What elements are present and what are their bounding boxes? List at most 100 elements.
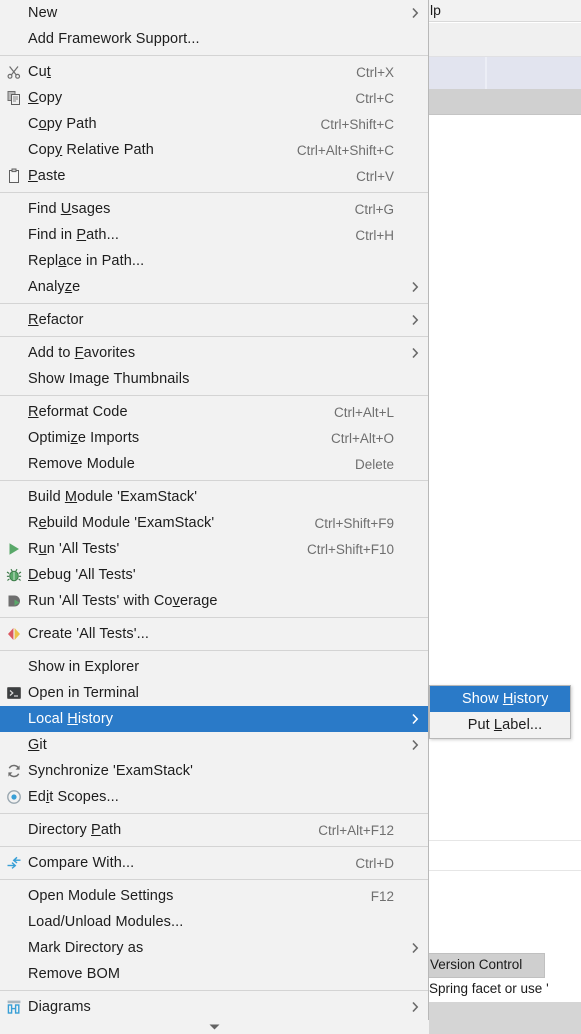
project-context-menu[interactable]: New Add Framework Support... Cut Ctrl+X Copy… (0, 0, 429, 1034)
menu-item-shortcut: Ctrl+Alt+F12 (318, 822, 394, 838)
menu-item-rebuild-module-examstack[interactable]: Rebuild Module 'ExamStack' Ctrl+Shift+F9 (0, 510, 428, 536)
menu-separator (0, 617, 428, 618)
menu-separator (0, 336, 428, 337)
menu-item-mark-directory-as[interactable]: Mark Directory as (0, 935, 428, 961)
menu-separator (0, 55, 428, 56)
editor-selected-row (428, 57, 581, 89)
no-icon (0, 0, 28, 26)
screen: lp Version Control Spring facet or use '… (0, 0, 581, 1034)
menu-item-find-in-path[interactable]: Find in Path... Ctrl+H (0, 222, 428, 248)
menu-item-local-history[interactable]: Local History (0, 706, 428, 732)
menu-item-reformat-code[interactable]: Reformat Code Ctrl+Alt+L (0, 399, 428, 425)
menu-item-label: Copy (28, 90, 63, 106)
menu-item-load-unload-modules[interactable]: Load/Unload Modules... (0, 909, 428, 935)
menu-item-label: Refactor (28, 312, 84, 328)
menu-item-synchronize-examstack[interactable]: Synchronize 'ExamStack' (0, 758, 428, 784)
no-icon (0, 137, 28, 163)
menu-item-label: Build Module 'ExamStack' (28, 489, 198, 505)
scopes-icon (0, 784, 28, 810)
menu-item-label: Put Label... (467, 717, 543, 733)
notification-text: Spring facet or use ' (429, 981, 549, 996)
menu-item-remove-bom[interactable]: Remove BOM (0, 961, 428, 987)
menu-item-create-all-tests[interactable]: Create 'All Tests'... (0, 621, 428, 647)
menu-item-show-image-thumbnails[interactable]: Show Image Thumbnails (0, 366, 428, 392)
menu-item-build-module-examstack[interactable]: Build Module 'ExamStack' (0, 484, 428, 510)
menu-item-label: Paste (28, 168, 66, 184)
menu-item-copy[interactable]: Copy Ctrl+C (0, 85, 428, 111)
menu-item-remove-module[interactable]: Remove Module Delete (0, 451, 428, 477)
status-bar-area (428, 1002, 581, 1034)
menu-item-label: Load/Unload Modules... (28, 914, 184, 930)
menu-item-paste[interactable]: Paste Ctrl+V (0, 163, 428, 189)
menu-item-git[interactable]: Git (0, 732, 428, 758)
no-icon (430, 686, 458, 712)
no-icon (0, 909, 28, 935)
no-icon (0, 111, 28, 137)
menu-item-copy-relative-path[interactable]: Copy Relative Path Ctrl+Alt+Shift+C (0, 137, 428, 163)
no-icon (0, 706, 28, 732)
menu-item-open-module-settings[interactable]: Open Module Settings F12 (0, 883, 428, 909)
menu-item-shortcut: Ctrl+C (355, 90, 394, 106)
menu-item-label: Create 'All Tests'... (28, 626, 149, 642)
tool-window-panel (428, 23, 581, 57)
cell-divider (485, 57, 487, 89)
no-icon (0, 366, 28, 392)
menu-item-compare-with[interactable]: Compare With... Ctrl+D (0, 850, 428, 876)
menu-item-diagrams[interactable]: Diagrams (0, 994, 428, 1020)
create-config-icon (0, 621, 28, 647)
clipboard-icon (0, 163, 28, 189)
menu-separator (0, 395, 428, 396)
menu-item-label: Cut (28, 64, 51, 80)
menu-item-replace-in-path[interactable]: Replace in Path... (0, 248, 428, 274)
menu-item-copy-path[interactable]: Copy Path Ctrl+Shift+C (0, 111, 428, 137)
menu-item-label: Replace in Path... (28, 253, 145, 269)
menu-item-label: Show Image Thumbnails (28, 371, 190, 387)
menu-separator (0, 650, 428, 651)
chevron-right-icon (406, 739, 428, 751)
menu-item-label: Run 'All Tests' (28, 541, 120, 557)
menu-item-shortcut: Delete (354, 456, 394, 472)
menu-item-label: Show in Explorer (28, 659, 140, 675)
submenu-item-show-history[interactable]: Show History (430, 686, 570, 712)
menu-item-edit-scopes[interactable]: Edit Scopes... (0, 784, 428, 810)
menu-item-debug-all-tests[interactable]: Debug 'All Tests' (0, 562, 428, 588)
menu-separator (0, 879, 428, 880)
menu-separator (0, 813, 428, 814)
chevron-down-icon (209, 1024, 220, 1030)
terminal-icon (0, 680, 28, 706)
menu-item-shortcut: Ctrl+Alt+O (330, 430, 394, 446)
copy-icon (0, 85, 28, 111)
menu-item-shortcut: Ctrl+Shift+F10 (306, 541, 394, 557)
menu-separator (0, 846, 428, 847)
menu-item-analyze[interactable]: Analyze (0, 274, 428, 300)
submenu-item-put-label[interactable]: Put Label... (430, 712, 570, 738)
menu-item-refactor[interactable]: Refactor (0, 307, 428, 333)
menu-item-find-usages[interactable]: Find Usages Ctrl+G (0, 196, 428, 222)
menu-item-add-framework-support[interactable]: Add Framework Support... (0, 26, 428, 52)
no-icon (0, 732, 28, 758)
menu-item-label: Open Module Settings (28, 888, 174, 904)
local-history-submenu[interactable]: Show History Put Label... (429, 685, 571, 739)
menu-item-label: Reformat Code (28, 404, 128, 420)
menu-item-label: Directory Path (28, 822, 122, 838)
no-icon (430, 712, 458, 738)
menu-item-add-to-favorites[interactable]: Add to Favorites (0, 340, 428, 366)
chevron-right-icon (406, 7, 428, 19)
help-menu-label[interactable]: lp (430, 0, 441, 20)
menu-item-label: Compare With... (28, 855, 135, 871)
menu-item-run-all-tests[interactable]: Run 'All Tests' Ctrl+Shift+F10 (0, 536, 428, 562)
menu-item-optimize-imports[interactable]: Optimize Imports Ctrl+Alt+O (0, 425, 428, 451)
menu-item-show-in-explorer[interactable]: Show in Explorer (0, 654, 428, 680)
menu-separator (0, 480, 428, 481)
no-icon (0, 340, 28, 366)
no-icon (0, 451, 28, 477)
no-icon (0, 883, 28, 909)
menu-item-open-in-terminal[interactable]: Open in Terminal (0, 680, 428, 706)
menu-item-new[interactable]: New (0, 0, 428, 26)
menu-item-shortcut: Ctrl+Alt+L (333, 404, 394, 420)
menu-item-label: Rebuild Module 'ExamStack' (28, 515, 215, 531)
menu-item-cut[interactable]: Cut Ctrl+X (0, 59, 428, 85)
menu-item-run-all-tests-with-coverage[interactable]: Run 'All Tests' with Coverage (0, 588, 428, 614)
menu-item-directory-path[interactable]: Directory Path Ctrl+Alt+F12 (0, 817, 428, 843)
menu-scroll-down-button[interactable] (0, 1020, 429, 1034)
